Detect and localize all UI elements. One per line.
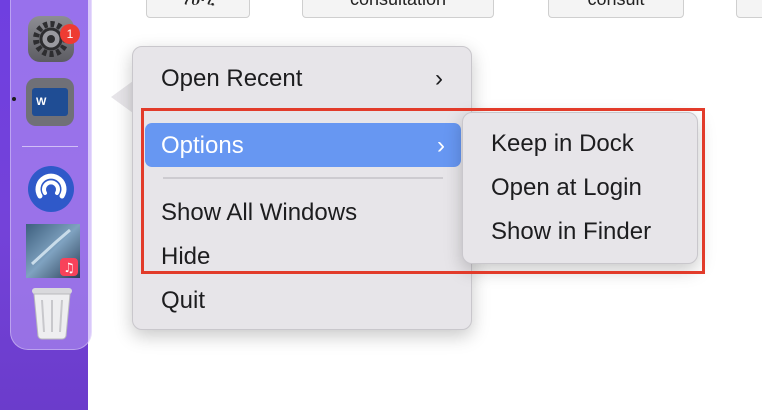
svg-text:♫: ♫ [63, 261, 75, 276]
annotation-highlight-box [141, 108, 705, 274]
music-file-icon[interactable]: ♫ [26, 224, 80, 278]
notification-badge: 1 [60, 24, 80, 44]
toolbar-button-consultation[interactable]: consultation [302, 0, 494, 18]
chevron-right-icon: › [435, 65, 443, 92]
toolbar-button-consult[interactable]: consult [548, 0, 684, 18]
menu-item-open-recent[interactable]: Open Recent [161, 65, 302, 93]
toolbar-button-4[interactable] [736, 0, 762, 18]
toolbar-button-1[interactable]: ሃሁሂ [146, 0, 250, 18]
system-settings-icon[interactable]: 1 [26, 14, 80, 64]
word-letter: W [32, 88, 68, 116]
microsoft-word-icon[interactable]: W [26, 78, 74, 126]
menu-item-quit[interactable]: Quit [161, 287, 205, 315]
trash-icon[interactable] [26, 282, 78, 340]
running-indicator-dot [12, 97, 16, 101]
app-loop-icon[interactable] [26, 164, 76, 214]
dock-separator [22, 146, 78, 147]
menu-pointer [111, 81, 133, 113]
